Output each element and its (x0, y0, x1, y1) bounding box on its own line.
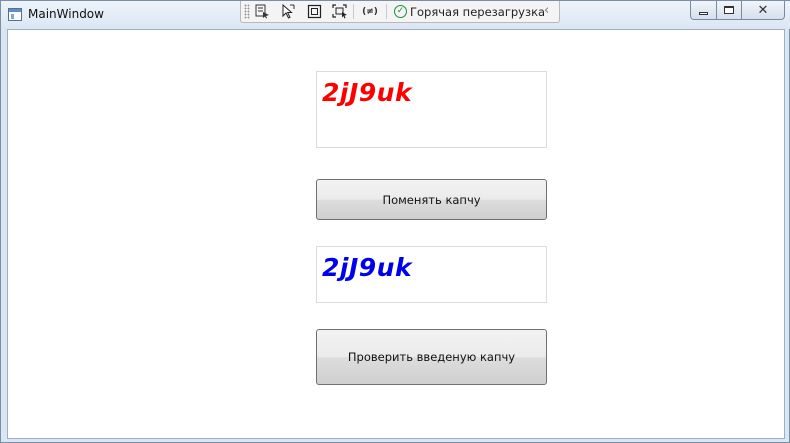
close-button[interactable]: ✕ (741, 1, 785, 20)
window-title: MainWindow (28, 7, 104, 21)
caption-buttons: ✕ (690, 1, 786, 21)
close-icon: ✕ (757, 2, 769, 18)
debug-toolbar: (≠) ✓ Горячая перезагрузка ‹ (240, 1, 560, 23)
pointer-icon[interactable] (279, 3, 297, 20)
track-focus-icon[interactable] (331, 3, 349, 20)
entered-captcha-text: 2jJ9uk (322, 253, 413, 282)
toolbar-grip-icon[interactable] (244, 4, 250, 19)
generated-captcha-text: 2jJ9uk (322, 78, 413, 107)
captcha-display: 2jJ9uk (316, 71, 547, 148)
collapse-toolbar-icon[interactable]: ‹ (544, 3, 549, 18)
toolbar-separator (386, 4, 387, 19)
select-element-icon[interactable] (253, 3, 271, 20)
captcha-input[interactable]: 2jJ9uk (316, 246, 547, 303)
change-captcha-button[interactable]: Поменять капчу (316, 179, 547, 220)
minimize-button[interactable] (690, 1, 717, 20)
minimize-icon (699, 11, 708, 15)
maximize-icon (724, 6, 734, 14)
hot-reload-label: Горячая перезагрузка (410, 4, 546, 19)
client-area: 2jJ9uk Поменять капчу 2jJ9uk Проверить в… (7, 29, 785, 439)
check-captcha-button[interactable]: Проверить введеную капчу (316, 329, 547, 385)
hot-reload-status[interactable]: ✓ Горячая перезагрузка (394, 3, 545, 20)
maximize-button[interactable] (716, 1, 742, 20)
binding-failures-icon[interactable]: (≠) (361, 3, 379, 20)
check-circle-icon: ✓ (394, 5, 407, 18)
main-window: MainWindow (≠) ✓ Горячая перезагрузка ‹ … (0, 0, 790, 443)
layout-adorner-icon[interactable] (305, 3, 323, 20)
toolbar-separator (353, 4, 354, 19)
app-icon[interactable] (8, 8, 22, 21)
